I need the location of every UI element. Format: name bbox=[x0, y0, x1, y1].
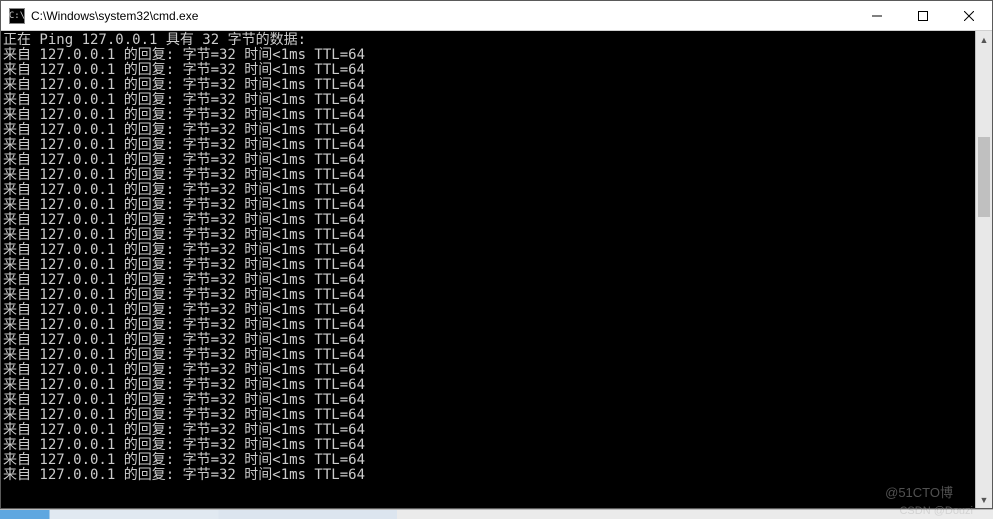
ping-reply-line: 来自 127.0.0.1 的回复: 字节=32 时间<1ms TTL=64 bbox=[3, 183, 971, 198]
ping-reply-line: 来自 127.0.0.1 的回复: 字节=32 时间<1ms TTL=64 bbox=[3, 198, 971, 213]
ping-reply-line: 来自 127.0.0.1 的回复: 字节=32 时间<1ms TTL=64 bbox=[3, 228, 971, 243]
console-output[interactable]: 正在 Ping 127.0.0.1 具有 32 字节的数据:来自 127.0.0… bbox=[1, 31, 975, 508]
titlebar[interactable]: C:\ C:\Windows\system32\cmd.exe bbox=[1, 1, 992, 31]
window-controls bbox=[854, 1, 992, 30]
ping-reply-line: 来自 127.0.0.1 的回复: 字节=32 时间<1ms TTL=64 bbox=[3, 288, 971, 303]
taskbar-fragment bbox=[0, 509, 993, 519]
ping-reply-line: 来自 127.0.0.1 的回复: 字节=32 时间<1ms TTL=64 bbox=[3, 138, 971, 153]
ping-reply-line: 来自 127.0.0.1 的回复: 字节=32 时间<1ms TTL=64 bbox=[3, 243, 971, 258]
cmd-window: C:\ C:\Windows\system32\cmd.exe 正在 Ping … bbox=[0, 0, 993, 509]
scroll-track[interactable] bbox=[976, 48, 992, 491]
ping-reply-line: 来自 127.0.0.1 的回复: 字节=32 时间<1ms TTL=64 bbox=[3, 423, 971, 438]
ping-reply-line: 来自 127.0.0.1 的回复: 字节=32 时间<1ms TTL=64 bbox=[3, 108, 971, 123]
ping-reply-line: 来自 127.0.0.1 的回复: 字节=32 时间<1ms TTL=64 bbox=[3, 333, 971, 348]
scroll-up-arrow-icon[interactable]: ▲ bbox=[976, 31, 992, 48]
ping-reply-line: 来自 127.0.0.1 的回复: 字节=32 时间<1ms TTL=64 bbox=[3, 213, 971, 228]
ping-reply-line: 来自 127.0.0.1 的回复: 字节=32 时间<1ms TTL=64 bbox=[3, 273, 971, 288]
ping-reply-line: 来自 127.0.0.1 的回复: 字节=32 时间<1ms TTL=64 bbox=[3, 348, 971, 363]
ping-reply-line: 来自 127.0.0.1 的回复: 字节=32 时间<1ms TTL=64 bbox=[3, 153, 971, 168]
ping-reply-line: 来自 127.0.0.1 的回复: 字节=32 时间<1ms TTL=64 bbox=[3, 258, 971, 273]
scroll-down-arrow-icon[interactable]: ▼ bbox=[976, 491, 992, 508]
ping-reply-line: 来自 127.0.0.1 的回复: 字节=32 时间<1ms TTL=64 bbox=[3, 453, 971, 468]
ping-reply-line: 来自 127.0.0.1 的回复: 字节=32 时间<1ms TTL=64 bbox=[3, 378, 971, 393]
ping-reply-line: 来自 127.0.0.1 的回复: 字节=32 时间<1ms TTL=64 bbox=[3, 78, 971, 93]
ping-reply-line: 来自 127.0.0.1 的回复: 字节=32 时间<1ms TTL=64 bbox=[3, 48, 971, 63]
ping-reply-line: 来自 127.0.0.1 的回复: 字节=32 时间<1ms TTL=64 bbox=[3, 123, 971, 138]
console-area: 正在 Ping 127.0.0.1 具有 32 字节的数据:来自 127.0.0… bbox=[1, 31, 992, 508]
ping-reply-line: 来自 127.0.0.1 的回复: 字节=32 时间<1ms TTL=64 bbox=[3, 93, 971, 108]
scroll-thumb[interactable] bbox=[978, 137, 990, 217]
ping-reply-line: 来自 127.0.0.1 的回复: 字节=32 时间<1ms TTL=64 bbox=[3, 63, 971, 78]
ping-reply-line: 来自 127.0.0.1 的回复: 字节=32 时间<1ms TTL=64 bbox=[3, 318, 971, 333]
maximize-button[interactable] bbox=[900, 1, 946, 30]
ping-reply-line: 来自 127.0.0.1 的回复: 字节=32 时间<1ms TTL=64 bbox=[3, 363, 971, 378]
ping-header-line: 正在 Ping 127.0.0.1 具有 32 字节的数据: bbox=[3, 33, 971, 48]
ping-reply-line: 来自 127.0.0.1 的回复: 字节=32 时间<1ms TTL=64 bbox=[3, 438, 971, 453]
window-title: C:\Windows\system32\cmd.exe bbox=[31, 9, 854, 23]
ping-reply-line: 来自 127.0.0.1 的回复: 字节=32 时间<1ms TTL=64 bbox=[3, 468, 971, 483]
vertical-scrollbar[interactable]: ▲ ▼ bbox=[975, 31, 992, 508]
cmd-icon: C:\ bbox=[9, 8, 25, 24]
ping-reply-line: 来自 127.0.0.1 的回复: 字节=32 时间<1ms TTL=64 bbox=[3, 393, 971, 408]
close-button[interactable] bbox=[946, 1, 992, 30]
minimize-button[interactable] bbox=[854, 1, 900, 30]
ping-reply-line: 来自 127.0.0.1 的回复: 字节=32 时间<1ms TTL=64 bbox=[3, 303, 971, 318]
ping-reply-line: 来自 127.0.0.1 的回复: 字节=32 时间<1ms TTL=64 bbox=[3, 168, 971, 183]
ping-reply-line: 来自 127.0.0.1 的回复: 字节=32 时间<1ms TTL=64 bbox=[3, 408, 971, 423]
